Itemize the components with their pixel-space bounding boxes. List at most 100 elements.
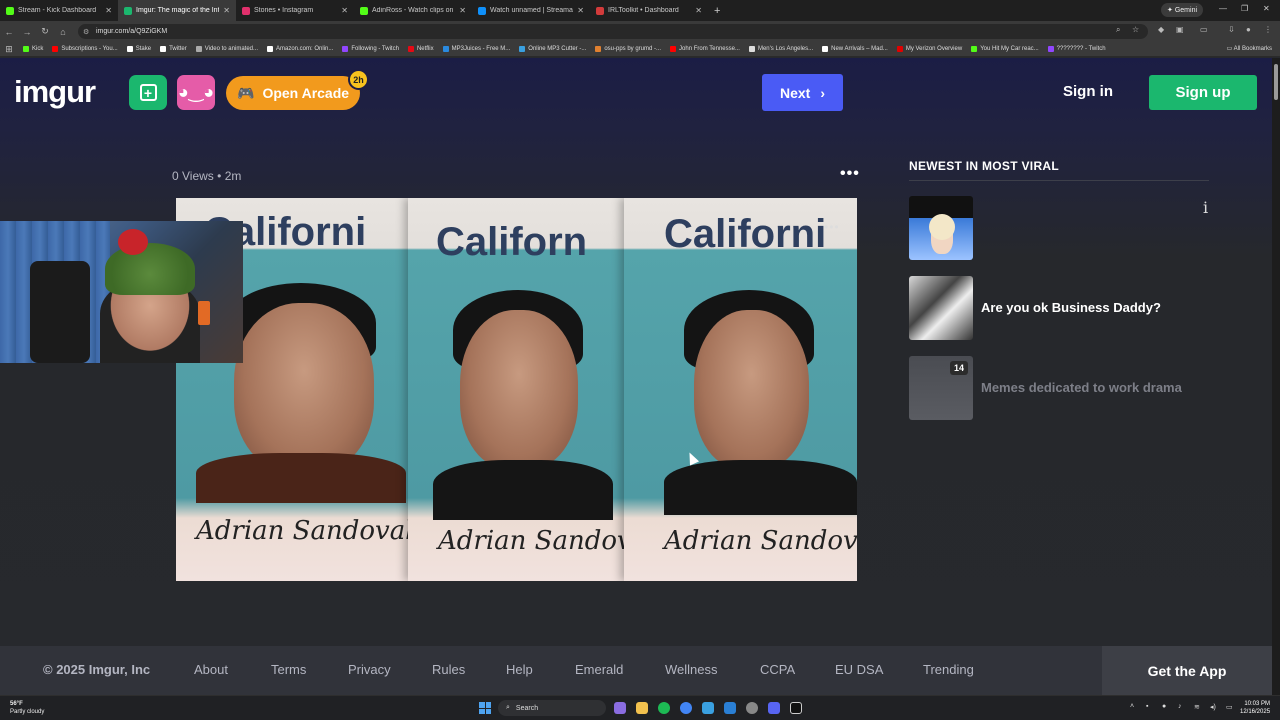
bookmark-item[interactable]: New Arrivals – Mad...: [822, 46, 888, 52]
tab-instagram[interactable]: Stories • Instagram ✕: [236, 0, 354, 21]
battery-icon[interactable]: ▭: [1226, 703, 1233, 711]
chevron-up-icon[interactable]: ˄: [1130, 703, 1134, 710]
bookmark-item[interactable]: Men's Los Angeles...: [748, 46, 813, 52]
gemini-button[interactable]: ✦ Gemini: [1161, 3, 1203, 17]
bookmark-star-icon[interactable]: ☆: [1132, 25, 1139, 34]
bookmark-item[interactable]: MP3Juices - Free M...: [442, 46, 510, 52]
download-icon[interactable]: ⇩: [1228, 25, 1235, 34]
footer-link-trending[interactable]: Trending: [923, 662, 974, 677]
new-tab-button[interactable]: +: [708, 5, 726, 17]
sidebar-post-item[interactable]: [909, 196, 1209, 261]
bookmark-item[interactable]: Twitter: [160, 46, 187, 52]
bookmark-item[interactable]: Online MP3 Cutter -...: [519, 46, 586, 52]
new-post-button[interactable]: +: [129, 75, 167, 110]
bookmark-item[interactable]: Following - Twitch: [342, 46, 399, 52]
osu-icon: [595, 46, 602, 52]
close-icon[interactable]: ✕: [105, 6, 112, 15]
tab-irltoolkit[interactable]: IRLToolkit • Dashboard ✕: [590, 0, 708, 21]
sidebar-post-item[interactable]: 14 Memes dedicated to work drama: [909, 356, 1209, 421]
bookmark-item[interactable]: Stake: [126, 46, 151, 52]
extension-icon[interactable]: ◆: [1158, 25, 1164, 34]
app-icon[interactable]: [724, 702, 736, 714]
puzzle-icon[interactable]: ▣: [1176, 25, 1184, 34]
url-field[interactable]: ⚙ imgur.com/a/Q9ZiGKM: [78, 24, 1148, 39]
bookmark-item[interactable]: Video to animated...: [195, 46, 258, 52]
profile-icon[interactable]: ●: [1246, 25, 1251, 34]
bookmark-item[interactable]: Netflix: [407, 46, 434, 52]
more-options-icon[interactable]: •••: [840, 165, 860, 183]
wifi-icon[interactable]: ≋: [1194, 703, 1200, 711]
app-icon[interactable]: [790, 702, 802, 714]
footer: © 2025 Imgur, Inc About Terms Privacy Ru…: [0, 646, 1272, 695]
bookmark-item[interactable]: Subscriptions - You...: [52, 46, 118, 52]
volume-icon[interactable]: ◂): [1210, 703, 1216, 711]
footer-link-privacy[interactable]: Privacy: [348, 662, 391, 677]
footer-link-eu-dsa[interactable]: EU DSA: [835, 662, 883, 677]
footer-link-terms[interactable]: Terms: [271, 662, 306, 677]
bookmark-item[interactable]: You Hit My Car reac...: [971, 46, 1039, 52]
scrollbar-thumb[interactable]: [1274, 64, 1278, 100]
footer-link-help[interactable]: Help: [506, 662, 533, 677]
menu-icon[interactable]: ⋮: [1264, 25, 1272, 34]
file-explorer-icon[interactable]: [636, 702, 648, 714]
pet-button[interactable]: ◕‿◕: [177, 75, 215, 110]
all-bookmarks-button[interactable]: ▭ All Bookmarks: [1227, 45, 1272, 52]
tray-app-icon[interactable]: ▪: [1146, 703, 1148, 710]
discord-icon[interactable]: [768, 702, 780, 714]
chrome-icon[interactable]: [680, 702, 692, 714]
bookmark-item[interactable]: ???????? - Twitch: [1047, 46, 1106, 52]
restore-icon[interactable]: ❐: [1241, 4, 1248, 13]
tray-app-icon[interactable]: ●: [1162, 703, 1166, 710]
footer-link-emerald[interactable]: Emerald: [575, 662, 623, 677]
bookmark-item[interactable]: Amazon.com: Onlin...: [267, 46, 333, 52]
get-the-app-button[interactable]: Get the App: [1102, 646, 1272, 695]
sign-in-link[interactable]: Sign in: [1063, 83, 1113, 100]
clock[interactable]: 10:03 PM 12/16/2025: [1240, 700, 1270, 716]
imgur-logo[interactable]: imgur: [14, 74, 96, 110]
close-window-icon[interactable]: ✕: [1263, 4, 1270, 13]
footer-link-about[interactable]: About: [194, 662, 228, 677]
footer-link-wellness[interactable]: Wellness: [665, 662, 718, 677]
bookmark-item[interactable]: My Verizon Overview: [896, 46, 962, 52]
windows-start-icon[interactable]: [479, 702, 491, 714]
microphone-icon[interactable]: ♪: [1178, 703, 1182, 710]
back-icon[interactable]: ←: [0, 27, 18, 37]
footer-link-ccpa[interactable]: CCPA: [760, 662, 795, 677]
site-info-icon[interactable]: ⚙: [83, 28, 89, 36]
copilot-icon[interactable]: [614, 702, 626, 714]
close-icon[interactable]: ✕: [459, 6, 466, 15]
open-arcade-button[interactable]: 🎮 Open Arcade: [226, 76, 360, 110]
close-icon[interactable]: ✕: [341, 6, 348, 15]
bookmark-item[interactable]: osu-pps by grumd -...: [595, 46, 661, 52]
scrollbar[interactable]: [1272, 58, 1280, 695]
tab-kick-clips[interactable]: AdinRoss - Watch clips on Kick✕: [354, 0, 472, 21]
minimize-icon[interactable]: —: [1219, 4, 1227, 13]
apps-icon[interactable]: ⊞: [4, 44, 14, 55]
bookmark-item[interactable]: Kick: [23, 46, 43, 52]
sidebar-icon[interactable]: ▭: [1200, 25, 1208, 34]
post-image[interactable]: Californi Adrian Sandoval Californ Adria…: [176, 198, 857, 581]
search-page-icon[interactable]: ⌕: [1116, 25, 1120, 35]
tab-kick-dashboard[interactable]: Stream - Kick Dashboard ✕: [0, 0, 118, 21]
app-icon[interactable]: [702, 702, 714, 714]
close-icon[interactable]: ✕: [577, 6, 584, 15]
sign-up-button[interactable]: Sign up: [1149, 75, 1257, 110]
image-options-icon[interactable]: •••: [824, 220, 840, 234]
home-icon[interactable]: ⌂: [54, 27, 72, 37]
reload-icon[interactable]: ↻: [36, 26, 54, 37]
bookmark-item[interactable]: John From Tennesse...: [670, 46, 740, 52]
tab-streamable[interactable]: Watch unnamed | Streamable ✕: [472, 0, 590, 21]
taskbar-search[interactable]: ⌕ Search: [498, 700, 606, 716]
tab-imgur[interactable]: Imgur: The magic of the Intern✕: [118, 0, 236, 21]
close-icon[interactable]: ✕: [695, 6, 702, 15]
sidebar-post-item[interactable]: Are you ok Business Daddy?: [909, 276, 1209, 341]
forward-icon[interactable]: →: [18, 27, 36, 37]
next-button[interactable]: Next ›: [762, 74, 843, 111]
info-icon[interactable]: i: [1203, 198, 1208, 217]
footer-link-rules[interactable]: Rules: [432, 662, 465, 677]
post-age: 2m: [224, 169, 242, 183]
obs-icon[interactable]: [746, 702, 758, 714]
close-icon[interactable]: ✕: [223, 6, 230, 15]
spotify-icon[interactable]: [658, 702, 670, 714]
weather-widget[interactable]: 56°F Partly cloudy: [10, 700, 44, 716]
